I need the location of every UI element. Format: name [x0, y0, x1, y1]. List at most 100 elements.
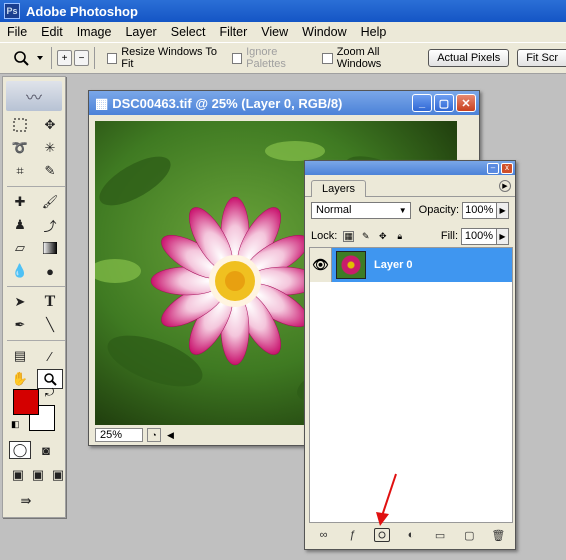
menu-file[interactable]: File [0, 25, 34, 39]
tab-layers[interactable]: Layers [311, 180, 367, 197]
document-titlebar: ▦ DSC00463.tif @ 25% (Layer 0, RGB/8) _ … [89, 91, 479, 115]
options-separator [93, 47, 95, 69]
ignore-palettes-checkbox[interactable]: Ignore Palettes [231, 46, 315, 70]
layers-palette: – x Layers ▶ Normal ▼ Opacity: 100% ▶ Loc… [304, 160, 516, 550]
line-tool-icon[interactable]: ╲ [37, 315, 63, 335]
document-title: DSC00463.tif @ 25% (Layer 0, RGB/8) [112, 95, 343, 111]
magic-wand-tool-icon[interactable]: ✳ [37, 138, 63, 158]
fill-field[interactable]: 100% [461, 227, 497, 245]
fill-label: Fill: [440, 230, 458, 242]
blend-opacity-row: Normal ▼ Opacity: 100% ▶ [305, 197, 515, 223]
palette-minimize-icon[interactable]: – [487, 162, 499, 174]
crop-tool-icon[interactable]: ⌗ [7, 161, 33, 181]
status-info-icon[interactable]: ◔ [147, 428, 161, 442]
hand-tool-icon[interactable]: ✋ [7, 369, 33, 389]
quick-mask-mode-icon[interactable]: ◙ [35, 441, 57, 459]
layers-tab-strip: Layers ▶ [305, 175, 515, 197]
clone-stamp-tool-icon[interactable]: ♟ [7, 215, 33, 235]
fit-screen-button[interactable]: Fit Scr [517, 49, 566, 67]
zoom-all-windows-checkbox[interactable]: Zoom All Windows [322, 46, 420, 70]
options-separator [51, 47, 53, 69]
zoom-in-icon[interactable]: + [57, 50, 72, 66]
lock-fill-row: Lock: ▦ ✎ ✥ 🔒︎ Fill: 100% ▶ [305, 223, 515, 249]
eyedropper-tool-icon[interactable]: ⁄ [37, 346, 63, 366]
lock-position-icon[interactable]: ✥ [377, 231, 388, 242]
menu-select[interactable]: Select [164, 25, 213, 39]
standard-mode-icon[interactable]: ◯ [9, 441, 31, 459]
menu-layer[interactable]: Layer [118, 25, 163, 39]
fill-slider-icon[interactable]: ▶ [497, 227, 509, 245]
move-tool-icon[interactable]: ✥ [37, 115, 63, 135]
tools-palette: 〰 ✥ ➰ ✳ ⌗ ✎ ✚ 🖌 ♟ ⤴ ▱ 💧 ● ➤ T ✒ ╲ ▤ ⁄ ✋ … [2, 76, 66, 518]
adjustment-layer-icon[interactable]: ◐ [403, 528, 419, 542]
layer-list: 👁︎ Layer 0 [309, 247, 513, 523]
lock-all-icon[interactable]: 🔒︎ [394, 231, 405, 242]
menu-image[interactable]: Image [70, 25, 119, 39]
type-tool-icon[interactable]: T [37, 292, 63, 312]
document-icon: ▦ [95, 94, 109, 111]
layer-row[interactable]: 👁︎ Layer 0 [310, 248, 512, 282]
gradient-tool-icon[interactable] [37, 238, 63, 258]
standard-screen-mode-icon[interactable]: ▣ [9, 467, 27, 483]
jump-to-imageready-icon[interactable]: ⇛ [13, 491, 39, 511]
actual-pixels-button[interactable]: Actual Pixels [428, 49, 510, 67]
trash-icon[interactable]: 🗑︎ [490, 528, 506, 542]
zoom-out-icon[interactable]: − [74, 50, 89, 66]
dodge-tool-icon[interactable]: ● [37, 261, 63, 281]
link-icon[interactable]: ∞ [316, 528, 332, 542]
add-mask-icon[interactable] [373, 528, 390, 542]
lock-image-icon[interactable]: ✎ [360, 231, 371, 242]
lock-label: Lock: [311, 230, 338, 242]
tool-separator [7, 186, 65, 187]
eraser-tool-icon[interactable]: ▱ [7, 238, 33, 258]
opacity-field[interactable]: 100% [462, 201, 498, 219]
minimize-icon[interactable]: _ [412, 94, 432, 112]
tool-separator [7, 340, 65, 341]
swap-colors-icon[interactable]: ⤾ [45, 387, 54, 400]
scroll-left-icon[interactable]: ◀ [167, 430, 174, 441]
chevron-down-icon: ▼ [398, 205, 407, 215]
full-screen-menu-mode-icon[interactable]: ▣ [29, 467, 47, 483]
history-brush-tool-icon[interactable]: ⤴ [37, 215, 63, 235]
opacity-label: Opacity: [418, 204, 460, 216]
menu-filter[interactable]: Filter [212, 25, 254, 39]
photoshop-app-icon: Ps [4, 3, 20, 19]
resize-windows-checkbox[interactable]: Resize Windows To Fit [106, 46, 224, 70]
layer-style-icon[interactable]: ƒ [345, 528, 361, 542]
opacity-slider-icon[interactable]: ▶ [497, 201, 509, 219]
menu-edit[interactable]: Edit [34, 25, 70, 39]
menu-window[interactable]: Window [295, 25, 353, 39]
palette-menu-icon[interactable]: ▶ [499, 180, 511, 192]
tool-separator [7, 286, 65, 287]
eye-visibility-icon[interactable]: 👁︎ [310, 248, 332, 282]
lock-transparent-icon[interactable]: ▦ [343, 230, 355, 242]
menu-help[interactable]: Help [354, 25, 394, 39]
layers-bottom-bar: ∞ ƒ ◐ ▭ ▢ 🗑︎ [309, 525, 513, 545]
zoom-level-field[interactable]: 25% [95, 428, 143, 442]
marquee-tool-icon[interactable] [7, 115, 33, 135]
blur-tool-icon[interactable]: 💧 [7, 261, 33, 281]
path-selection-tool-icon[interactable]: ➤ [7, 292, 33, 312]
layers-palette-titlebar: – x [305, 161, 515, 175]
zoom-tool-preset-picker[interactable] [10, 46, 47, 70]
close-icon[interactable]: ✕ [456, 94, 476, 112]
new-group-icon[interactable]: ▭ [432, 528, 448, 542]
red-annotation-arrow [376, 473, 397, 526]
layer-name: Layer 0 [374, 259, 413, 271]
maximize-icon[interactable]: ▢ [434, 94, 454, 112]
healing-brush-tool-icon[interactable]: ✚ [7, 192, 33, 212]
palette-close-icon[interactable]: x [501, 162, 513, 174]
default-colors-icon[interactable]: ◧ [11, 419, 20, 430]
notes-tool-icon[interactable]: ▤ [7, 346, 33, 366]
feather-logo-icon[interactable]: 〰 [6, 81, 62, 111]
foreground-color-swatch[interactable] [13, 389, 39, 415]
brush-tool-icon[interactable]: 🖌 [37, 192, 63, 212]
blend-mode-select[interactable]: Normal ▼ [311, 201, 411, 219]
lasso-tool-icon[interactable]: ➰ [7, 138, 33, 158]
slice-tool-icon[interactable]: ✎ [37, 161, 63, 181]
menu-view[interactable]: View [254, 25, 295, 39]
zoom-tool-icon[interactable] [37, 369, 63, 389]
full-screen-mode-icon[interactable]: ▣ [49, 467, 67, 483]
new-layer-icon[interactable]: ▢ [461, 528, 477, 542]
pen-tool-icon[interactable]: ✒ [7, 315, 33, 335]
